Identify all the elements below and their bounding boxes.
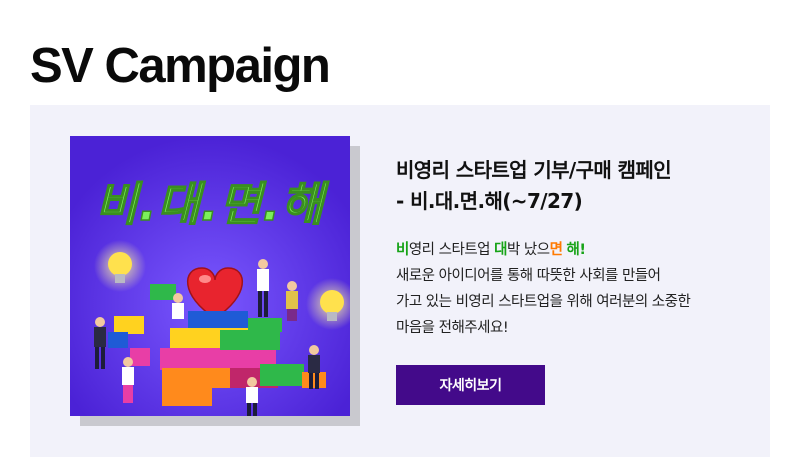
tagline-highlight: 대 xyxy=(494,242,507,258)
person-figure-icon xyxy=(286,281,298,321)
tagline-highlight: 면 xyxy=(549,242,563,258)
campaign-image[interactable]: 비.대.면.해 xyxy=(70,136,350,416)
tagline-text: 박 났으 xyxy=(506,242,550,258)
description-line: 새로운 아이디어를 통해 따뜻한 사회를 만들어 xyxy=(396,268,661,284)
lightbulb-icon xyxy=(94,240,146,292)
description-line: 가고 있는 비영리 스타트업을 위해 여러분의 소중한 xyxy=(396,294,691,310)
person-figure-icon xyxy=(172,293,184,319)
tagline-text: 영리 스타트업 xyxy=(408,242,495,258)
campaign-info: 비영리 스타트업 기부/구매 캠페인 - 비.대.면.해(~7/27) 비영리 … xyxy=(396,155,756,341)
tagline-highlight: 비 xyxy=(396,242,409,258)
person-figure-icon xyxy=(122,357,134,403)
tagline-highlight: 해! xyxy=(566,242,586,258)
page-title: SV Campaign xyxy=(30,39,331,93)
description-line: 마음을 전해주세요! xyxy=(396,320,509,336)
campaign-description: 비영리 스타트업 대박 났으면 해! 새로운 아이디어를 통해 따뜻한 사회를 … xyxy=(396,237,756,341)
campaign-tagline: 비영리 스타트업 대박 났으면 해! xyxy=(396,237,756,263)
view-details-button[interactable]: 자세히보기 xyxy=(396,365,545,405)
campaign-title-line1: 비영리 스타트업 기부/구매 캠페인 xyxy=(396,158,672,182)
campaign-image-title: 비.대.면.해 xyxy=(96,177,329,231)
campaign-title[interactable]: 비영리 스타트업 기부/구매 캠페인 - 비.대.면.해(~7/27) xyxy=(396,155,756,217)
campaign-title-line2: - 비.대.면.해(~7/27) xyxy=(396,189,583,213)
